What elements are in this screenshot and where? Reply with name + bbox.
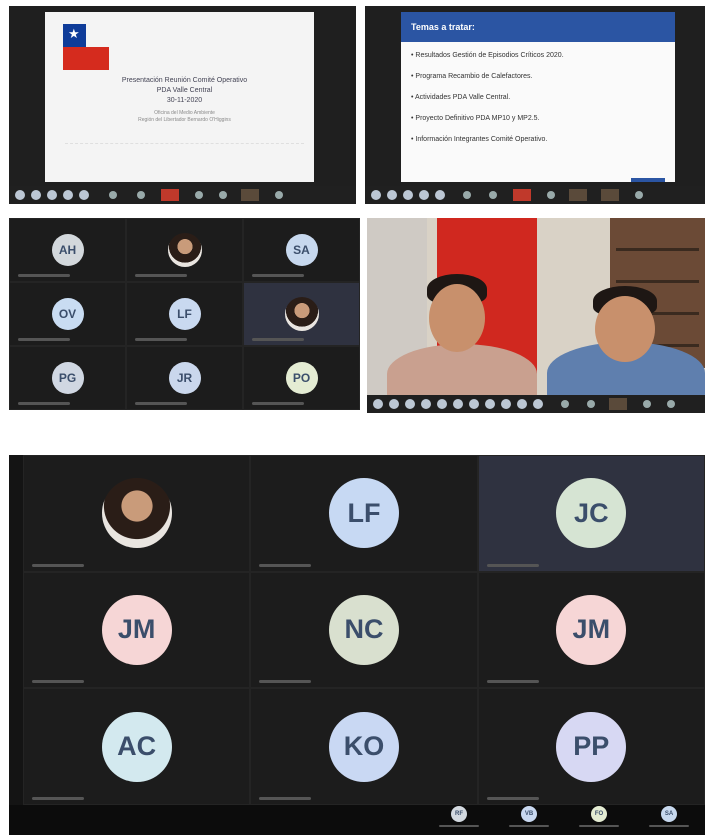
video-feed: [367, 218, 705, 404]
participant-name-label: [18, 274, 70, 277]
participant-tile[interactable]: LF: [250, 455, 478, 572]
shared-screen-panel-2[interactable]: Temas a tratar: • Resultados Gestión de …: [365, 6, 705, 204]
topic-item: • Programa Recambio de Calefactores.: [411, 73, 533, 80]
participant-avatar: AC: [101, 711, 172, 782]
mini-participant[interactable]: FO: [569, 806, 629, 830]
participant-tile[interactable]: PO: [243, 346, 360, 410]
participant-name-label: [32, 680, 84, 684]
participant-tile[interactable]: AC: [23, 688, 251, 805]
slide-title: Presentación Reunión Comité Operativo: [121, 77, 248, 84]
participant-avatar: JM: [556, 594, 627, 665]
participant-avatar: JR: [168, 362, 201, 394]
participant-tile[interactable]: AH: [9, 218, 126, 282]
participant-avatar: VB: [521, 806, 537, 822]
slide-date: 30-11-2020: [166, 97, 203, 104]
participant-avatar: LF: [328, 478, 399, 549]
participant-tile[interactable]: [243, 282, 360, 346]
slide-title-block: Presentación Reunión Comité Operativo PD…: [65, 76, 304, 124]
participant-name-label: [509, 825, 549, 827]
participant-tile[interactable]: [23, 455, 251, 572]
participant-avatar: AH: [51, 234, 84, 266]
slide-heading: Temas a tratar:: [401, 12, 675, 42]
participant-avatar: SA: [661, 806, 677, 822]
participant-tile[interactable]: KO: [250, 688, 478, 805]
participant-tile[interactable]: PG: [9, 346, 126, 410]
presentation-slide-topics: Temas a tratar: • Resultados Gestión de …: [401, 12, 675, 182]
participant-name-label: [579, 825, 619, 827]
mini-participant[interactable]: VB: [499, 806, 559, 830]
participant-name-label: [439, 825, 479, 827]
participant-avatar: RF: [451, 806, 467, 822]
mini-participant[interactable]: RF: [429, 806, 489, 830]
participant-name-label: [135, 338, 187, 341]
participant-avatar: LF: [168, 298, 201, 330]
participant-strip[interactable]: [9, 186, 356, 204]
participant-avatar: PP: [556, 711, 627, 782]
camera-video-panel[interactable]: [367, 218, 705, 413]
government-logo: ★: [63, 24, 109, 70]
participant-tile[interactable]: NC: [250, 571, 478, 689]
overflow-participants-bar: RF VB FO SA: [9, 805, 705, 835]
participant-photo: [101, 478, 172, 549]
participant-tile[interactable]: [126, 218, 243, 282]
decorative-sketch: [65, 143, 304, 174]
participant-avatar: SA: [285, 234, 318, 266]
participant-name-label: [259, 680, 312, 684]
participant-grid-large[interactable]: LF JC JM NC JM AC KO PP RF VB FO SA: [9, 455, 705, 835]
participant-name-label: [649, 825, 689, 827]
participant-name-label: [259, 796, 312, 800]
participant-tile[interactable]: JM: [23, 571, 251, 689]
topic-item: • Resultados Gestión de Episodios Crític…: [411, 52, 564, 59]
participant-strip[interactable]: [367, 395, 705, 413]
participant-photo: [167, 233, 202, 267]
slide-footer-bar: [631, 178, 665, 182]
topic-item: • Actividades PDA Valle Central.: [411, 94, 511, 101]
participant-tile[interactable]: OV: [9, 282, 126, 346]
participant-name-label: [486, 796, 539, 800]
participant-name-label: [252, 274, 304, 277]
participant-tile[interactable]: JR: [126, 346, 243, 410]
participant-name-label: [252, 402, 304, 405]
participant-name-label: [18, 402, 70, 405]
participant-grid-small[interactable]: AH SA OV LF PG JR PO: [9, 218, 360, 410]
participant-tile[interactable]: LF: [126, 282, 243, 346]
participant-tile[interactable]: SA: [243, 218, 360, 282]
participant-avatar: KO: [328, 711, 399, 782]
participant-avatar: FO: [591, 806, 607, 822]
shared-screen-panel-1[interactable]: ★ Presentación Reunión Comité Operativo …: [9, 6, 356, 204]
topic-item: • Información Integrantes Comité Operati…: [411, 136, 548, 143]
participant-name-label: [259, 563, 312, 567]
participant-avatar: PO: [285, 362, 318, 394]
participant-name-label: [32, 796, 84, 800]
participant-name-label: [252, 338, 304, 341]
participant-name-label: [486, 680, 539, 684]
participant-name-label: [486, 563, 539, 567]
presentation-slide: ★ Presentación Reunión Comité Operativo …: [45, 12, 314, 182]
participant-tile[interactable]: JC: [477, 455, 705, 572]
participant-name-label: [135, 402, 187, 405]
participant-name-label: [135, 274, 187, 277]
participant-photo: [284, 297, 319, 331]
participant-avatar: JC: [556, 478, 627, 549]
participant-name-label: [32, 563, 84, 567]
participant-avatar: NC: [328, 594, 399, 665]
participant-tile[interactable]: JM: [477, 571, 705, 689]
mini-participant[interactable]: SA: [639, 806, 699, 830]
slide-region: Región del Libertador Bernardo O'Higgins: [138, 117, 231, 123]
slide-org: Oficina del Medio Ambiente: [154, 110, 215, 116]
participant-avatar: PG: [51, 362, 84, 394]
participant-avatar: OV: [51, 298, 84, 330]
topics-list: • Resultados Gestión de Episodios Crític…: [411, 52, 669, 157]
participant-name-label: [18, 338, 70, 341]
participant-strip[interactable]: [365, 186, 705, 204]
topic-item: • Proyecto Definitivo PDA MP10 y MP2.5.: [411, 115, 540, 122]
participant-tile[interactable]: PP: [477, 688, 705, 805]
slide-subtitle: PDA Valle Central: [156, 87, 213, 94]
participant-avatar: JM: [101, 594, 172, 665]
